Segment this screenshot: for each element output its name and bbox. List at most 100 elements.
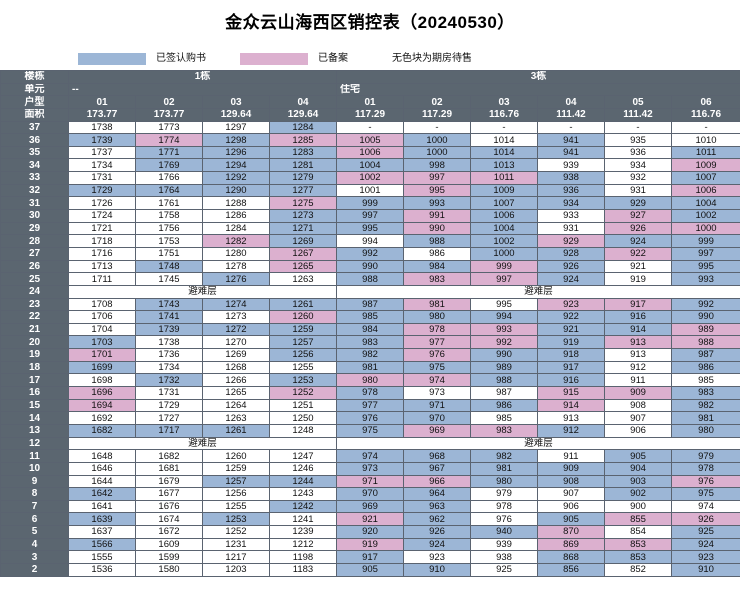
price-cell[interactable]: 1002: [670, 209, 740, 223]
price-cell[interactable]: 1751: [135, 246, 203, 261]
price-cell[interactable]: 1265: [269, 259, 337, 274]
price-cell[interactable]: 1536: [68, 562, 136, 577]
price-cell[interactable]: 1704: [68, 322, 136, 337]
price-cell[interactable]: 986: [670, 360, 740, 375]
price-cell[interactable]: 909: [604, 386, 672, 400]
price-cell[interactable]: 923: [403, 550, 471, 564]
price-cell[interactable]: 1698: [68, 373, 136, 388]
price-cell[interactable]: 923: [537, 297, 605, 312]
price-cell[interactable]: 995: [670, 259, 740, 274]
price-cell[interactable]: 1644: [68, 474, 136, 489]
price-cell[interactable]: 984: [336, 322, 404, 337]
price-cell[interactable]: 1277: [269, 183, 337, 198]
price-cell[interactable]: 928: [537, 246, 605, 261]
price-cell[interactable]: 971: [336, 474, 404, 489]
price-cell[interactable]: 995: [336, 221, 404, 236]
price-cell[interactable]: 1731: [68, 171, 136, 185]
price-cell[interactable]: 1676: [135, 499, 203, 514]
price-cell[interactable]: 1726: [68, 196, 136, 211]
price-cell[interactable]: 981: [670, 411, 740, 425]
price-cell[interactable]: 1284: [202, 221, 270, 236]
price-cell[interactable]: 981: [403, 297, 471, 312]
price-cell[interactable]: 1734: [135, 360, 203, 375]
price-cell[interactable]: 853: [604, 550, 672, 564]
price-cell[interactable]: 1717: [135, 423, 203, 438]
price-cell[interactable]: 1294: [202, 158, 270, 173]
price-cell[interactable]: 1734: [68, 158, 136, 173]
price-cell[interactable]: 989: [670, 322, 740, 337]
price-cell[interactable]: 1718: [68, 234, 136, 248]
price-cell[interactable]: 902: [604, 487, 672, 501]
price-cell[interactable]: 1274: [202, 297, 270, 312]
price-cell[interactable]: 962: [403, 512, 471, 527]
price-cell[interactable]: 985: [470, 411, 538, 425]
price-cell[interactable]: 1674: [135, 512, 203, 527]
price-cell[interactable]: 1743: [135, 297, 203, 312]
price-cell[interactable]: 927: [604, 209, 672, 223]
price-cell[interactable]: 916: [604, 310, 672, 324]
price-cell[interactable]: 907: [537, 487, 605, 501]
price-cell[interactable]: 1268: [202, 360, 270, 375]
price-cell[interactable]: 938: [537, 171, 605, 185]
price-cell[interactable]: 1278: [202, 259, 270, 274]
price-cell[interactable]: 998: [403, 158, 471, 173]
price-cell[interactable]: 993: [670, 272, 740, 286]
price-cell[interactable]: 1701: [68, 348, 136, 362]
price-cell[interactable]: 1706: [68, 310, 136, 324]
price-cell[interactable]: 1272: [202, 322, 270, 337]
price-cell[interactable]: 909: [537, 461, 605, 476]
price-cell[interactable]: 992: [470, 335, 538, 350]
price-cell[interactable]: 997: [470, 272, 538, 286]
price-cell[interactable]: 1773: [135, 120, 203, 135]
price-cell[interactable]: 936: [537, 183, 605, 198]
price-cell[interactable]: 921: [537, 322, 605, 337]
price-cell[interactable]: -: [537, 120, 605, 135]
price-cell[interactable]: 1642: [68, 487, 136, 501]
price-cell[interactable]: 987: [470, 386, 538, 400]
price-cell[interactable]: 976: [336, 411, 404, 425]
price-cell[interactable]: 1243: [269, 487, 337, 501]
price-cell[interactable]: 1252: [269, 386, 337, 400]
price-cell[interactable]: 975: [403, 360, 471, 375]
price-cell[interactable]: 1252: [202, 525, 270, 539]
price-cell[interactable]: 1256: [269, 348, 337, 362]
price-cell[interactable]: 917: [604, 297, 672, 312]
price-cell[interactable]: 983: [403, 272, 471, 286]
price-cell[interactable]: 914: [537, 398, 605, 413]
price-cell[interactable]: 1280: [202, 246, 270, 261]
price-cell[interactable]: 1250: [269, 411, 337, 425]
price-cell[interactable]: 1699: [68, 360, 136, 375]
price-cell[interactable]: 1271: [269, 221, 337, 236]
price-cell[interactable]: 908: [604, 398, 672, 413]
price-cell[interactable]: 994: [336, 234, 404, 248]
price-cell[interactable]: 1281: [269, 158, 337, 173]
price-cell[interactable]: 929: [604, 196, 672, 211]
price-cell[interactable]: 986: [470, 398, 538, 413]
price-cell[interactable]: 906: [537, 499, 605, 514]
price-cell[interactable]: 870: [537, 525, 605, 539]
price-cell[interactable]: 911: [537, 449, 605, 463]
price-cell[interactable]: 1731: [135, 386, 203, 400]
price-cell[interactable]: 1014: [470, 145, 538, 160]
price-cell[interactable]: 1241: [269, 512, 337, 527]
price-cell[interactable]: 1265: [202, 386, 270, 400]
price-cell[interactable]: 993: [470, 322, 538, 337]
price-cell[interactable]: 934: [537, 196, 605, 211]
price-cell[interactable]: 1266: [202, 373, 270, 388]
price-cell[interactable]: 995: [470, 297, 538, 312]
price-cell[interactable]: 971: [403, 398, 471, 413]
price-cell[interactable]: 1681: [135, 461, 203, 476]
price-cell[interactable]: 1275: [269, 196, 337, 211]
price-cell[interactable]: 924: [670, 537, 740, 552]
price-cell[interactable]: 987: [670, 348, 740, 362]
price-cell[interactable]: 1014: [470, 133, 538, 147]
price-cell[interactable]: 999: [470, 259, 538, 274]
price-cell[interactable]: 992: [336, 246, 404, 261]
price-cell[interactable]: -: [670, 120, 740, 135]
price-cell[interactable]: 941: [537, 133, 605, 147]
price-cell[interactable]: 1286: [202, 209, 270, 223]
price-cell[interactable]: 1282: [202, 234, 270, 248]
price-cell[interactable]: 1639: [68, 512, 136, 527]
price-cell[interactable]: 1677: [135, 487, 203, 501]
price-cell[interactable]: 1724: [68, 209, 136, 223]
